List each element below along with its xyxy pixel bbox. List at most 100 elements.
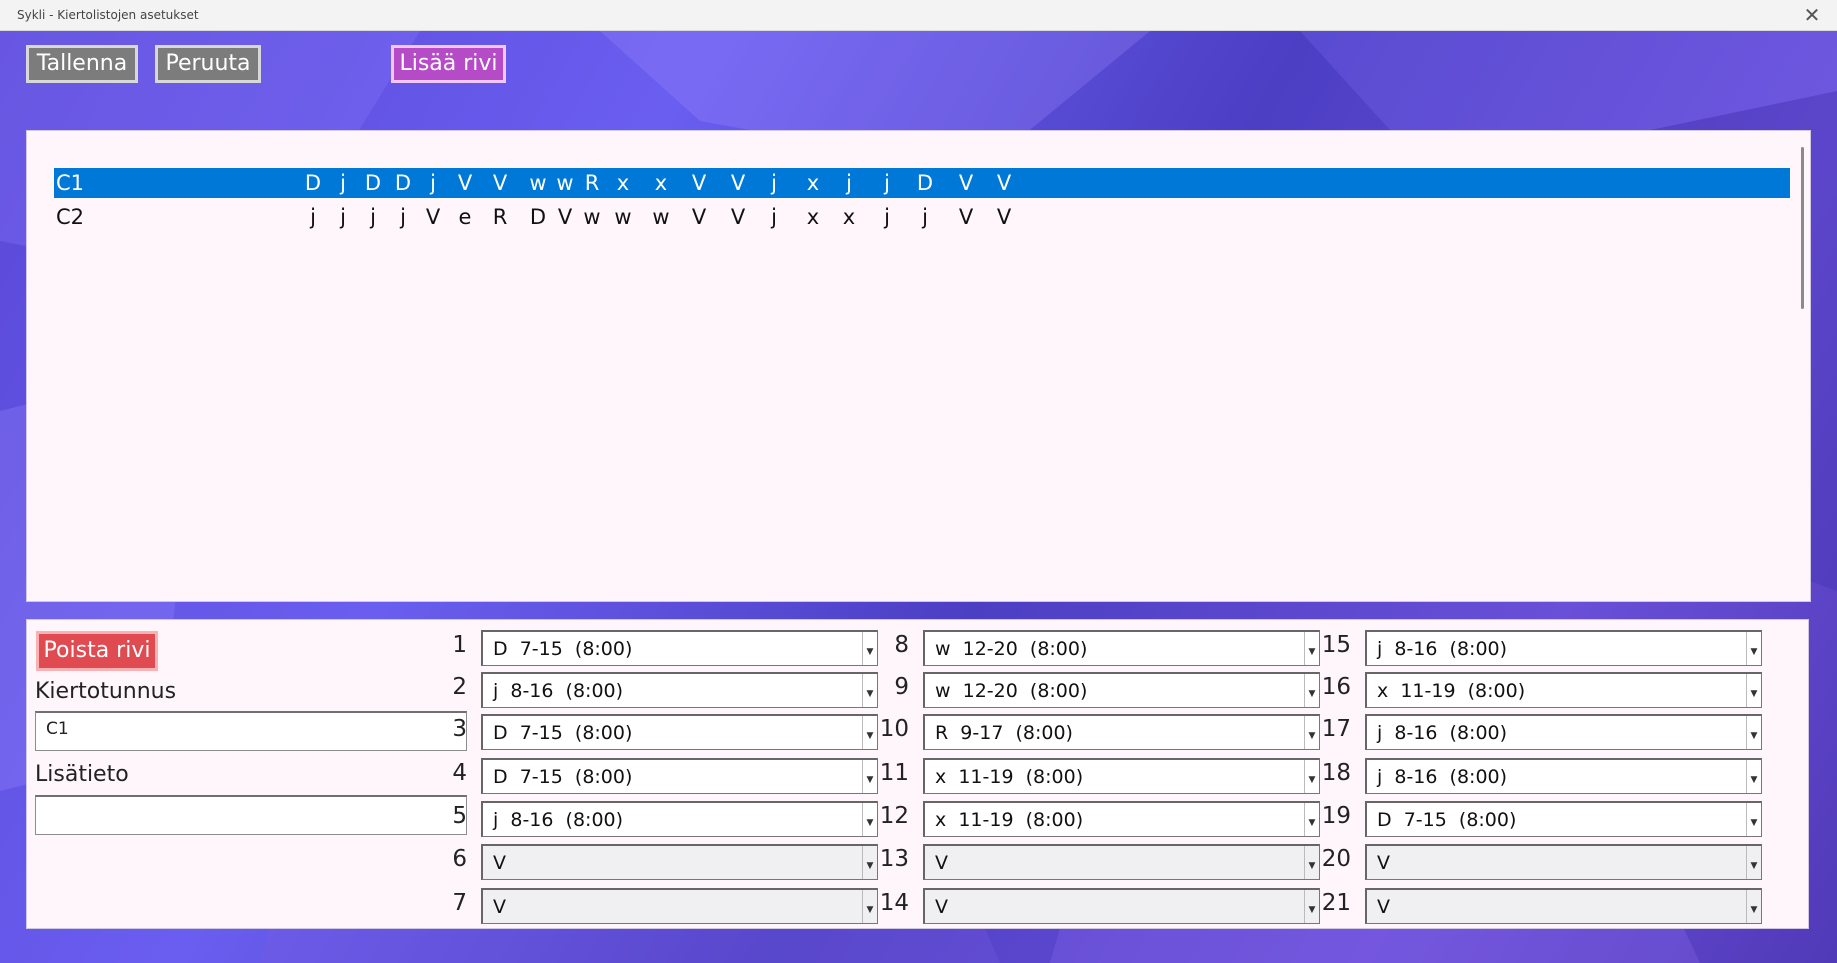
day-shift-select[interactable]: D 7-15 (8:00) ▼ xyxy=(481,714,878,750)
day-number: 2 xyxy=(452,674,467,700)
rotation-day-cell: D xyxy=(394,171,412,195)
dropdown-arrow-icon[interactable]: ▼ xyxy=(1746,890,1761,923)
save-button[interactable]: Tallenna xyxy=(26,45,138,83)
day-number: 11 xyxy=(879,760,909,786)
dropdown-arrow-icon[interactable]: ▼ xyxy=(1746,846,1761,879)
day-shift-value: D 7-15 (8:00) xyxy=(493,722,633,744)
rotation-day-cell: V xyxy=(691,171,707,195)
rotation-day-cell: x xyxy=(654,171,668,195)
day-number: 17 xyxy=(1321,716,1351,742)
dropdown-arrow-icon[interactable]: ▼ xyxy=(1746,674,1761,707)
info-label: Lisätieto xyxy=(35,762,129,787)
title-bar: Sykli - Kiertolistojen asetukset ✕ xyxy=(0,0,1837,31)
rotation-day-cell: w xyxy=(583,205,601,229)
day-shift-value: R 9-17 (8:00) xyxy=(935,722,1073,744)
rotation-day-cell: j xyxy=(310,205,316,229)
delete-row-button[interactable]: Poista rivi xyxy=(36,631,158,671)
rotation-day-cell: V xyxy=(730,171,746,195)
rotation-day-cell: D xyxy=(364,171,382,195)
rotation-day-cell: j xyxy=(884,205,890,229)
day-number: 12 xyxy=(879,803,909,829)
dropdown-arrow-icon[interactable]: ▼ xyxy=(1746,716,1761,749)
rotation-day-cell: w xyxy=(556,171,574,195)
day-number: 6 xyxy=(452,846,467,872)
day-shift-select[interactable]: j 8-16 (8:00) ▼ xyxy=(1365,630,1762,666)
rotation-id-input[interactable]: C1 xyxy=(35,711,467,751)
day-number: 18 xyxy=(1321,760,1351,786)
rotation-code: C2 xyxy=(56,205,85,229)
day-number: 21 xyxy=(1321,890,1351,916)
day-shift-value: V xyxy=(493,852,506,874)
day-shift-value: j 8-16 (8:00) xyxy=(493,809,624,831)
add-row-button[interactable]: Lisää rivi xyxy=(391,45,506,83)
day-shift-value: V xyxy=(935,896,948,918)
day-shift-value: D 7-15 (8:00) xyxy=(493,638,633,660)
rotation-row[interactable]: C1 Dj D Dj V Vw w Rx x V Vj x j j D V V xyxy=(54,168,1790,198)
day-shift-select[interactable]: w 12-20 (8:00) ▼ xyxy=(923,672,1320,708)
day-shift-value: j 8-16 (8:00) xyxy=(1377,722,1508,744)
day-shift-select[interactable]: j 8-16 (8:00) ▼ xyxy=(481,801,878,837)
rotation-list[interactable]: C1 Dj D Dj V Vw w Rx x V Vj x j j D V V C2 j j j j Ve R D Vw w w V Vj… xyxy=(26,130,1811,602)
rotation-day-cell: e xyxy=(458,205,472,229)
day-shift-select[interactable]: V ▼ xyxy=(1365,844,1762,880)
rotation-day-cell: V xyxy=(996,205,1012,229)
rotation-day-cell: D xyxy=(529,205,547,229)
day-shift-select[interactable]: j 8-16 (8:00) ▼ xyxy=(1365,758,1762,794)
rotation-day-cell: j xyxy=(340,171,346,195)
day-shift-value: x 11-19 (8:00) xyxy=(935,809,1084,831)
info-input[interactable] xyxy=(35,795,467,835)
day-shift-select[interactable]: x 11-19 (8:00) ▼ xyxy=(1365,672,1762,708)
day-number: 10 xyxy=(879,716,909,742)
day-shift-select[interactable]: j 8-16 (8:00) ▼ xyxy=(1365,714,1762,750)
rotation-day-cell: w xyxy=(652,205,670,229)
rotation-code: C1 xyxy=(56,171,85,195)
rotation-day-cell: V xyxy=(492,171,508,195)
rotation-day-cell: V xyxy=(691,205,707,229)
day-number: 4 xyxy=(452,760,467,786)
rotation-day-cell: j xyxy=(771,205,777,229)
day-shift-select[interactable]: V ▼ xyxy=(923,844,1320,880)
rotation-day-cell: w xyxy=(614,205,632,229)
day-number: 5 xyxy=(452,803,467,829)
day-shift-select[interactable]: D 7-15 (8:00) ▼ xyxy=(481,630,878,666)
day-shift-value: x 11-19 (8:00) xyxy=(935,766,1084,788)
day-number: 15 xyxy=(1321,632,1351,658)
dropdown-arrow-icon[interactable]: ▼ xyxy=(1746,803,1761,836)
rotation-day-cell: R xyxy=(584,171,600,195)
dropdown-arrow-icon[interactable]: ▼ xyxy=(1746,632,1761,665)
day-shift-value: D 7-15 (8:00) xyxy=(1377,809,1517,831)
day-shift-select[interactable]: x 11-19 (8:00) ▼ xyxy=(923,758,1320,794)
dropdown-arrow-icon[interactable]: ▼ xyxy=(1746,760,1761,793)
day-shift-value: w 12-20 (8:00) xyxy=(935,680,1088,702)
id-label: Kiertotunnus xyxy=(35,679,177,704)
day-number: 16 xyxy=(1321,674,1351,700)
day-number: 7 xyxy=(452,890,467,916)
window-title: Sykli - Kiertolistojen asetukset xyxy=(17,8,199,22)
day-shift-select[interactable]: R 9-17 (8:00) ▼ xyxy=(923,714,1320,750)
day-shift-value: D 7-15 (8:00) xyxy=(493,766,633,788)
list-scrollbar[interactable] xyxy=(1801,147,1804,309)
day-shift-select[interactable]: x 11-19 (8:00) ▼ xyxy=(923,801,1320,837)
day-shift-select[interactable]: D 7-15 (8:00) ▼ xyxy=(481,758,878,794)
day-shift-select[interactable]: w 12-20 (8:00) ▼ xyxy=(923,630,1320,666)
day-shift-select[interactable]: D 7-15 (8:00) ▼ xyxy=(1365,801,1762,837)
day-shift-value: w 12-20 (8:00) xyxy=(935,638,1088,660)
close-icon[interactable]: ✕ xyxy=(1799,2,1825,28)
day-number: 14 xyxy=(879,890,909,916)
rotation-day-cell: V xyxy=(996,171,1012,195)
day-shift-select[interactable]: V ▼ xyxy=(481,888,878,924)
rotation-day-cell: j xyxy=(846,171,852,195)
rotation-row[interactable]: C2 j j j j Ve R D Vw w w V Vj x x j j V V xyxy=(54,202,1790,232)
day-shift-select[interactable]: V ▼ xyxy=(481,844,878,880)
row-editor: Poista rivi Kiertotunnus C1 Lisätieto 1 D… xyxy=(26,619,1809,929)
cancel-button[interactable]: Peruuta xyxy=(155,45,261,83)
day-shift-value: V xyxy=(1377,896,1390,918)
rotation-day-cell: j xyxy=(340,205,346,229)
rotation-day-cell: j xyxy=(922,205,928,229)
day-shift-select[interactable]: V ▼ xyxy=(923,888,1320,924)
day-shift-select[interactable]: j 8-16 (8:00) ▼ xyxy=(481,672,878,708)
day-shift-value: j 8-16 (8:00) xyxy=(1377,766,1508,788)
day-shift-select[interactable]: V ▼ xyxy=(1365,888,1762,924)
rotation-day-cell: V xyxy=(425,205,441,229)
rotation-day-cell: V xyxy=(958,205,974,229)
